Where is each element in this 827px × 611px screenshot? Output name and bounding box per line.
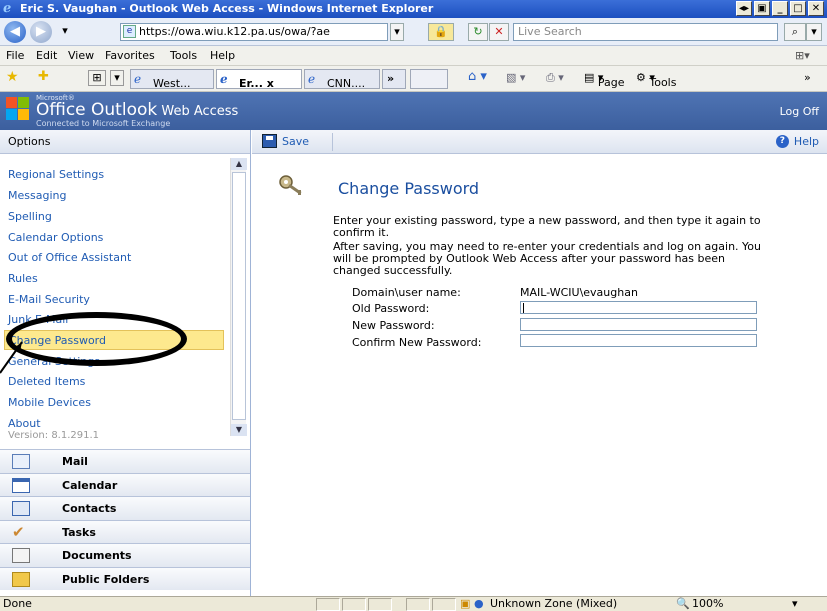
notice-text: After saving, you may need to re-enter y…: [333, 240, 761, 277]
module-public-folders[interactable]: Public Folders: [0, 566, 250, 590]
menu-help[interactable]: Help: [210, 49, 235, 62]
window-controls: ◂▸ ▣ _ □ ✕: [736, 1, 824, 16]
brand-title: Office Outlook Web Access: [36, 100, 239, 120]
maximize-button[interactable]: □: [790, 1, 806, 16]
ie-tab-icon: ℯ: [134, 72, 142, 86]
module-list: Mail Calendar Contacts ✔ Tasks Documents…: [0, 449, 250, 590]
keys-icon: [279, 175, 302, 195]
status-text: Done: [3, 597, 32, 610]
menu-bar: File Edit View Favorites Tools Help ⊞▾: [0, 46, 827, 66]
page-icon: e: [123, 25, 136, 38]
domain-user-label: Domain\user name:: [352, 286, 461, 299]
ie-tab-icon: ℯ: [220, 72, 228, 86]
print-icon[interactable]: ⎙ ▾: [546, 71, 564, 85]
search-icon[interactable]: ⌕: [784, 23, 806, 41]
minimize-button[interactable]: _: [772, 1, 788, 16]
toolbar-divider: [332, 133, 333, 151]
version-label: Version: 8.1.291.1: [8, 430, 100, 441]
highlight-arrow: [0, 341, 23, 374]
old-password-input[interactable]: [520, 301, 757, 314]
lock-icon[interactable]: 🔒: [428, 23, 454, 41]
live-search-input[interactable]: Live Search: [513, 23, 778, 41]
new-password-input[interactable]: [520, 318, 757, 331]
status-segment: [368, 598, 392, 611]
confirm-password-input[interactable]: [520, 334, 757, 347]
new-tab[interactable]: [410, 69, 448, 89]
scroll-thumb[interactable]: [232, 172, 246, 420]
refresh-icon[interactable]: ↻: [468, 23, 488, 41]
status-segment: [432, 598, 456, 611]
new-password-label: New Password:: [352, 319, 435, 332]
feeds-icon[interactable]: ▧ ▾: [506, 71, 525, 84]
zoom-icon: 🔍: [676, 597, 690, 610]
toolbar-overflow-icon[interactable]: »: [804, 71, 811, 84]
recent-pages-dropdown-icon[interactable]: ▾: [58, 23, 72, 41]
zoom-level[interactable]: 100%: [692, 597, 723, 611]
ie-tab-icon: ℯ: [308, 72, 316, 86]
log-off-link[interactable]: Log Off: [780, 105, 819, 118]
mail-envelope-icon: [12, 454, 30, 469]
address-bar-row: ◀ ▶ ▾ e https://owa.wiu.k12.pa.us/owa/?a…: [0, 18, 827, 46]
status-segment: [406, 598, 430, 611]
tab-list-icon[interactable]: ▾: [110, 70, 124, 86]
stop-icon[interactable]: ✕: [489, 23, 509, 41]
tab-eric[interactable]: ℯ Er... x: [216, 69, 302, 89]
page-title: Change Password: [338, 179, 480, 198]
tools-menu[interactable]: ⚙ Tools ▾: [636, 71, 676, 89]
zoom-dropdown-icon[interactable]: ▾: [792, 597, 798, 611]
instructions-text: Enter your existing password, type a new…: [333, 214, 761, 239]
protected-mode-icon: ▣: [460, 597, 471, 610]
folder-icon: [12, 571, 30, 587]
menu-tools[interactable]: Tools: [170, 49, 197, 62]
tasks-checkmark-icon: ✔: [12, 522, 25, 541]
owa-header: Microsoft® Office Outlook Web Access Con…: [0, 92, 827, 130]
address-input[interactable]: e https://owa.wiu.k12.pa.us/owa/?ae: [120, 23, 388, 41]
search-options-icon[interactable]: ▾: [806, 23, 822, 41]
status-segment: [342, 598, 366, 611]
main-content: Save ? Help Change Password Enter your e…: [252, 130, 827, 596]
menu-view[interactable]: View: [68, 49, 94, 62]
back-window-icon[interactable]: ◂▸: [736, 1, 752, 16]
calendar-icon: [12, 477, 30, 493]
module-documents[interactable]: Documents: [0, 543, 250, 567]
quick-tabs-icon[interactable]: ⊞: [88, 70, 106, 86]
domain-user-value: MAIL-WCIU\evaughan: [520, 286, 638, 299]
help-button[interactable]: ? Help: [775, 135, 819, 148]
scroll-down-icon[interactable]: ▼: [231, 424, 247, 436]
tab-west[interactable]: ℯ West...: [130, 69, 214, 89]
restore-small-icon[interactable]: ▣: [754, 1, 770, 16]
module-tasks[interactable]: ✔ Tasks: [0, 519, 250, 543]
window-titlebar: ℯ Eric S. Vaughan - Outlook Web Access -…: [0, 0, 827, 18]
links-icon[interactable]: ⊞▾: [795, 49, 810, 62]
address-dropdown-icon[interactable]: ▾: [390, 23, 404, 41]
help-icon: ?: [775, 135, 789, 148]
sidebar-item-about[interactable]: About: [8, 417, 41, 430]
documents-icon: [12, 548, 30, 563]
close-button[interactable]: ✕: [808, 1, 824, 16]
status-bar: Done ▣ ● Unknown Zone (Mixed) 🔍 100% ▾: [0, 596, 827, 611]
page-menu[interactable]: ▤ Page ▾: [584, 71, 625, 89]
security-zone-text[interactable]: Unknown Zone (Mixed): [490, 597, 617, 611]
floppy-disk-icon: [262, 134, 277, 148]
module-contacts[interactable]: Contacts: [0, 496, 250, 520]
options-scrollbar[interactable]: ▲ ▼: [230, 158, 247, 436]
tab-bar: ★ ✚ ⊞ ▾ ℯ West... ℯ Er... x ℯ CNN.... » ⌂ ▾…: [0, 66, 827, 92]
old-password-label: Old Password:: [352, 302, 430, 315]
home-icon[interactable]: ⌂ ▾: [468, 69, 487, 84]
module-calendar[interactable]: Calendar: [0, 472, 250, 496]
globe-icon: ●: [474, 597, 484, 610]
scroll-up-icon[interactable]: ▲: [231, 158, 247, 170]
window-title: Eric S. Vaughan - Outlook Web Access - W…: [20, 2, 434, 15]
module-mail[interactable]: Mail: [0, 449, 250, 473]
text-caret: [523, 303, 524, 313]
tab-cnn[interactable]: ℯ CNN....: [304, 69, 380, 89]
confirm-password-label: Confirm New Password:: [352, 336, 482, 349]
contacts-card-icon: [12, 501, 30, 516]
main-toolbar: Save ? Help: [252, 130, 827, 154]
status-segment: [316, 598, 340, 611]
tab-overflow[interactable]: »: [382, 69, 406, 89]
menu-favorites[interactable]: Favorites: [105, 49, 155, 62]
save-button[interactable]: Save: [262, 134, 309, 148]
